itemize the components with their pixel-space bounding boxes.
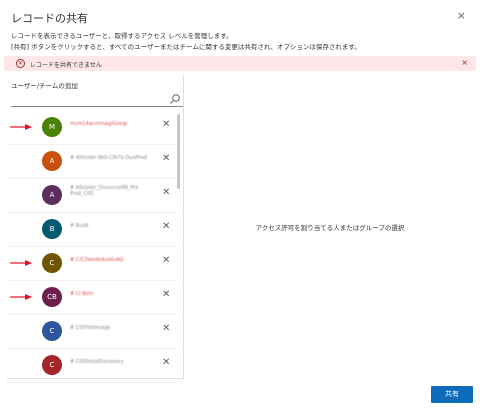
arrow-annotation-icon: [10, 294, 32, 300]
error-banner: ✕ レコードを共有できません ×: [4, 56, 476, 71]
add-user-team-label: ユーザー/チームの追加: [11, 82, 78, 90]
avatar: CB: [42, 287, 62, 307]
list-item[interactable]: M mcm14acrnmag/Googl ✕: [7, 111, 177, 145]
remove-icon[interactable]: ✕: [162, 323, 170, 334]
scrollbar-thumb[interactable]: [177, 114, 180, 189]
remove-icon[interactable]: ✕: [162, 153, 170, 164]
description-line-1: レコードを表示できるユーザーと、取得するアクセス レベルを管理します。: [11, 32, 233, 40]
error-dismiss-icon[interactable]: ×: [461, 58, 468, 67]
avatar: C: [42, 321, 62, 341]
arrow-annotation-icon: [10, 260, 32, 266]
list-item[interactable]: C # C05DetalDiscovery ✕: [7, 349, 177, 383]
dialog-title: レコードの共有: [11, 12, 88, 25]
remove-icon[interactable]: ✕: [162, 221, 170, 232]
error-message: レコードを共有できません: [30, 62, 102, 69]
error-circle-icon: ✕: [16, 59, 25, 68]
share-button[interactable]: 共有: [431, 386, 473, 403]
list-item[interactable]: C # C/CDeededu/eluAG ✕: [7, 247, 177, 281]
member-name: # AllUsiler-9b0-C0t7a DunProd: [70, 155, 147, 161]
member-name: # CI Bots: [70, 291, 94, 297]
avatar: A: [42, 185, 62, 205]
avatar: A: [42, 151, 62, 171]
arrow-annotation-icon: [10, 124, 32, 130]
list-item[interactable]: A # AllUsiler-9b0-C0t7a DunProd ✕: [7, 145, 177, 179]
remove-icon[interactable]: ✕: [162, 357, 170, 368]
member-list: M mcm14acrnmag/Googl ✕ A # AllUsiler-9b0…: [7, 111, 177, 383]
avatar: C: [42, 253, 62, 273]
avatar: M: [42, 117, 62, 137]
member-name: # C05DetalDiscovery: [70, 359, 124, 365]
search-icon[interactable]: [169, 93, 181, 105]
list-item[interactable]: CB # CI Bots ✕: [7, 281, 177, 315]
remove-icon[interactable]: ✕: [162, 119, 170, 130]
avatar: B: [42, 219, 62, 239]
scrollbar[interactable]: [177, 114, 180, 379]
dialog-description: レコードを表示できるユーザーと、取得するアクセス レベルを管理します。 [共有]…: [11, 31, 471, 53]
member-name: # C05Fetlenage: [70, 325, 111, 331]
list-item[interactable]: A # AllUsiler_Dnounce9N_Pre Prod_C05 ✕: [7, 179, 177, 213]
remove-icon[interactable]: ✕: [162, 255, 170, 266]
close-icon[interactable]: ×: [457, 9, 466, 22]
avatar: C: [42, 355, 62, 375]
member-name: # C/CDeededu/eluAG: [70, 257, 124, 263]
member-name: # AllUsiler_Dnounce9N_Pre Prod_C05: [70, 185, 139, 197]
member-name: mcm14acrnmag/Googl: [70, 121, 128, 127]
description-line-2: [共有] ボタンをクリックすると、すべてのユーザーまたはチームに関する変更は共有…: [11, 43, 361, 51]
list-item[interactable]: C # C05Fetlenage ✕: [7, 315, 177, 349]
empty-selection-message: アクセス許可を割り当てる人またはグループの選択: [255, 224, 405, 232]
remove-icon[interactable]: ✕: [162, 187, 170, 198]
user-team-panel: ユーザー/チームの追加 M mcm14acrnmag/Googl ✕ A # A…: [7, 76, 184, 383]
remove-icon[interactable]: ✕: [162, 289, 170, 300]
search-input[interactable]: [11, 92, 183, 107]
member-name: # Build: [70, 223, 89, 229]
list-item[interactable]: B # Build ✕: [7, 213, 177, 247]
